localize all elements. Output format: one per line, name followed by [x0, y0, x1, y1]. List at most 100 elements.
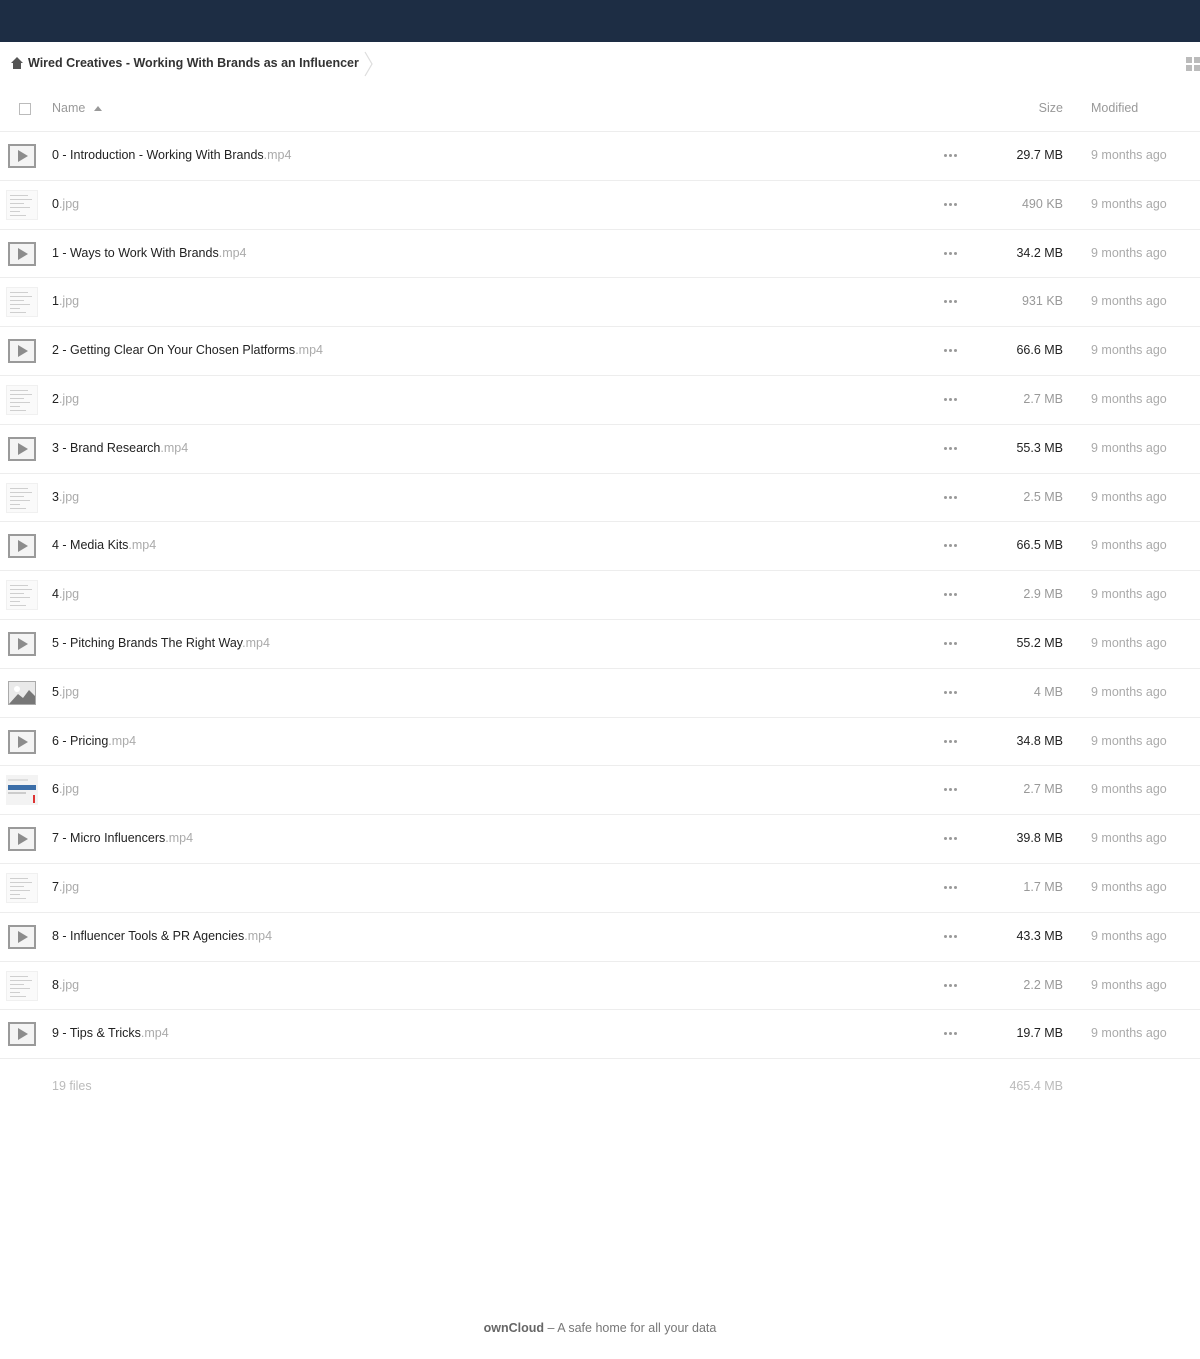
- column-modified-header[interactable]: Modified: [1091, 101, 1138, 115]
- file-extension: .mp4: [140, 1026, 169, 1041]
- more-actions-icon[interactable]: [944, 788, 960, 792]
- file-name[interactable]: 1 - Ways to Work With Brands.mp4: [52, 246, 247, 260]
- file-size: 1.7 MB: [1023, 879, 1063, 894]
- file-name-base: 3: [52, 489, 59, 504]
- more-actions-icon[interactable]: [944, 885, 960, 890]
- more-actions-icon[interactable]: [944, 983, 960, 988]
- file-modified: 9 months ago: [1091, 245, 1167, 260]
- file-row[interactable]: 7 - Micro Influencers.mp4 39.8 MB 9 months…: [0, 815, 1200, 864]
- file-name[interactable]: 1.jpg: [52, 294, 79, 308]
- file-row[interactable]: 3.jpg 2.5 MB 9 months ago: [0, 474, 1200, 523]
- home-icon[interactable]: [10, 56, 24, 70]
- more-actions-icon[interactable]: [944, 837, 960, 841]
- file-name[interactable]: 5.jpg: [52, 685, 79, 699]
- file-name-base: 1 - Ways to Work With Brands: [52, 245, 219, 260]
- file-size: 34.2 MB: [1016, 245, 1063, 260]
- file-extension: .jpg: [58, 587, 80, 602]
- file-name-base: 5 - Pitching Brands The Right Way: [52, 635, 243, 650]
- breadcrumb: Wired Creatives - Working With Brands as…: [0, 42, 1200, 86]
- file-modified: 9 months ago: [1091, 782, 1167, 797]
- image-thumbnail: [6, 287, 38, 318]
- image-thumbnail: [6, 970, 38, 1001]
- more-actions-icon[interactable]: [944, 202, 960, 207]
- file-name[interactable]: 2.jpg: [52, 392, 79, 406]
- file-modified: 9 months ago: [1091, 489, 1167, 504]
- more-actions-icon[interactable]: [944, 397, 960, 402]
- footer: ownCloud – A safe home for all your data: [0, 1321, 1200, 1335]
- file-row[interactable]: 1.jpg 931 KB 9 months ago: [0, 278, 1200, 328]
- file-row[interactable]: 0.jpg 490 KB 9 months ago: [0, 181, 1200, 230]
- select-all-checkbox[interactable]: [19, 103, 31, 115]
- file-name-base: 6: [52, 782, 59, 797]
- file-name-base: 7: [52, 879, 59, 894]
- file-row[interactable]: 1 - Ways to Work With Brands.mp4 34.2 MB 9…: [0, 230, 1200, 279]
- image-thumbnail: [6, 189, 38, 220]
- file-modified: 9 months ago: [1091, 587, 1167, 602]
- file-name[interactable]: 3.jpg: [52, 490, 79, 504]
- more-actions-icon[interactable]: [944, 300, 960, 304]
- file-size: 931 KB: [1021, 294, 1063, 309]
- file-modified: 9 months ago: [1091, 440, 1167, 455]
- breadcrumb-folder[interactable]: Wired Creatives - Working With Brands as…: [28, 56, 359, 70]
- file-row[interactable]: 4.jpg 2.9 MB 9 months ago: [0, 571, 1200, 620]
- file-name-base: 8: [52, 977, 59, 992]
- more-actions-icon[interactable]: [944, 251, 960, 256]
- sort-ascending-icon[interactable]: [94, 106, 102, 111]
- file-row[interactable]: 6 - Pricing.mp4 34.8 MB 9 months ago: [0, 718, 1200, 767]
- column-size-header[interactable]: Size: [1039, 101, 1063, 115]
- file-row[interactable]: 9 - Tips & Tricks.mp4 19.7 MB 9 months ago: [0, 1010, 1200, 1060]
- file-modified: 9 months ago: [1091, 733, 1167, 748]
- file-name[interactable]: 8 - Influencer Tools & PR Agencies.mp4: [52, 929, 272, 943]
- file-row[interactable]: 6.jpg 2.7 MB 9 months ago: [0, 766, 1200, 816]
- file-name-base: 7 - Micro Influencers: [52, 831, 166, 846]
- more-actions-icon[interactable]: [944, 446, 960, 451]
- file-row[interactable]: 0 - Introduction - Working With Brands.m…: [0, 132, 1200, 181]
- more-actions-icon[interactable]: [944, 690, 960, 695]
- file-name[interactable]: 8.jpg: [52, 978, 79, 992]
- more-actions-icon[interactable]: [944, 739, 960, 744]
- file-row[interactable]: 2 - Getting Clear On Your Chosen Platfor…: [0, 327, 1200, 376]
- file-row[interactable]: 7.jpg 1.7 MB 9 months ago: [0, 864, 1200, 913]
- file-extension: .mp4: [244, 928, 273, 943]
- file-name[interactable]: 0.jpg: [52, 197, 79, 211]
- file-name-base: 8 - Influencer Tools & PR Agencies: [52, 928, 245, 943]
- footer-brand[interactable]: ownCloud: [484, 1321, 544, 1335]
- more-actions-icon[interactable]: [944, 641, 960, 646]
- more-actions-icon[interactable]: [944, 495, 960, 500]
- file-name[interactable]: 3 - Brand Research.mp4: [52, 441, 188, 455]
- file-modified: 9 months ago: [1091, 1026, 1167, 1041]
- file-name[interactable]: 6.jpg: [52, 782, 79, 796]
- file-name-base: 4: [52, 587, 59, 602]
- file-name[interactable]: 5 - Pitching Brands The Right Way.mp4: [52, 636, 270, 650]
- file-name[interactable]: 2 - Getting Clear On Your Chosen Platfor…: [52, 343, 323, 357]
- file-name[interactable]: 0 - Introduction - Working With Brands.m…: [52, 148, 291, 162]
- more-actions-icon[interactable]: [944, 1032, 960, 1036]
- file-name[interactable]: 9 - Tips & Tricks.mp4: [52, 1026, 169, 1040]
- file-row[interactable]: 8.jpg 2.2 MB 9 months ago: [0, 962, 1200, 1011]
- grid-view-icon[interactable]: [1186, 57, 1200, 71]
- column-name-header[interactable]: Name: [52, 101, 85, 115]
- more-actions-icon[interactable]: [944, 349, 960, 353]
- file-size: 39.8 MB: [1016, 831, 1063, 846]
- more-actions-icon[interactable]: [944, 593, 960, 597]
- file-name[interactable]: 4.jpg: [52, 587, 79, 601]
- more-actions-icon[interactable]: [944, 544, 960, 548]
- file-row[interactable]: 3 - Brand Research.mp4 55.3 MB 9 months ag…: [0, 425, 1200, 474]
- file-row[interactable]: 2.jpg 2.7 MB 9 months ago: [0, 376, 1200, 425]
- file-name-base: 0: [52, 196, 59, 211]
- file-row[interactable]: 5.jpg 4 MB 9 months ago: [0, 669, 1200, 718]
- file-row[interactable]: 4 - Media Kits.mp4 66.5 MB 9 months ago: [0, 522, 1200, 572]
- file-name[interactable]: 4 - Media Kits.mp4: [52, 538, 156, 552]
- file-size: 66.6 MB: [1016, 343, 1063, 358]
- file-size: 34.8 MB: [1016, 733, 1063, 748]
- file-extension: .mp4: [108, 733, 137, 748]
- file-name[interactable]: 7.jpg: [52, 880, 79, 894]
- more-actions-icon[interactable]: [944, 934, 960, 939]
- file-size: 55.3 MB: [1016, 440, 1063, 455]
- file-row[interactable]: 5 - Pitching Brands The Right Way.mp4 55.…: [0, 620, 1200, 669]
- more-actions-icon[interactable]: [944, 154, 960, 158]
- file-name[interactable]: 7 - Micro Influencers.mp4: [52, 831, 193, 845]
- file-name[interactable]: 6 - Pricing.mp4: [52, 734, 136, 748]
- file-row[interactable]: 8 - Influencer Tools & PR Agencies.mp4 43…: [0, 913, 1200, 962]
- file-name-base: 9 - Tips & Tricks: [52, 1026, 141, 1041]
